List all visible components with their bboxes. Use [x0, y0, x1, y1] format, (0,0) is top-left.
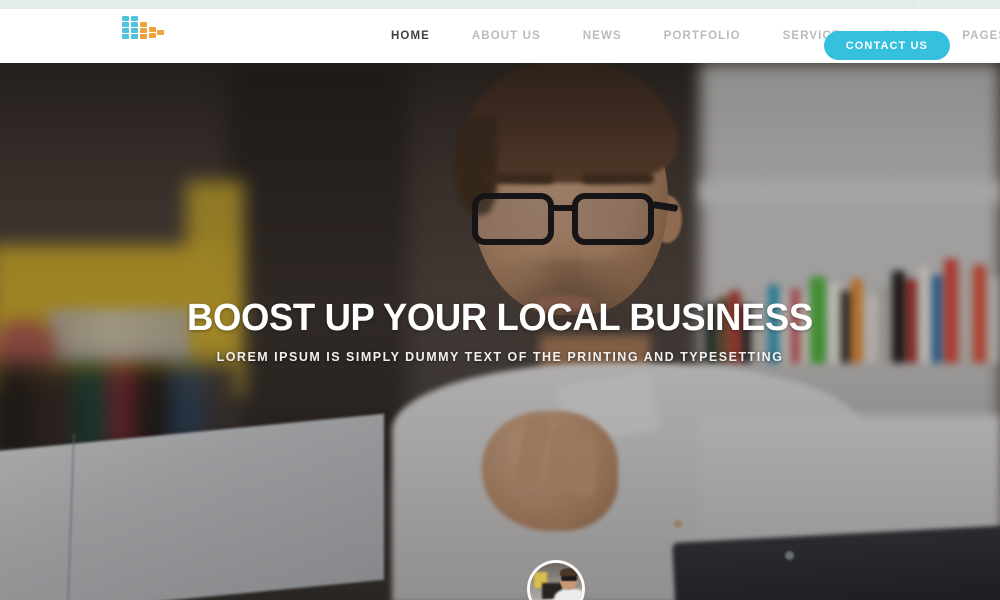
nav-label: PORTFOLIO [663, 30, 741, 42]
hero-caption: BOOST UP YOUR LOCAL BUSINESS LOREM IPSUM… [0, 63, 1000, 600]
page-root: HOME ABOUT US NEWS PORTFOLIO SERVICE BLO… [0, 0, 1000, 600]
brand-logo[interactable] [122, 16, 166, 46]
top-strip-seam [913, 0, 914, 9]
nav-label: PAGES [962, 30, 1000, 42]
hero-title: BOOST UP YOUR LOCAL BUSINESS [187, 297, 813, 339]
site-header: HOME ABOUT US NEWS PORTFOLIO SERVICE BLO… [0, 9, 1000, 63]
slide-thumbnail[interactable] [527, 560, 585, 600]
nav-item-about-us[interactable]: ABOUT US [451, 9, 562, 63]
slide-thumbnail-circle [527, 560, 585, 600]
nav-label: ABOUT US [471, 30, 541, 42]
top-accent-strip [0, 0, 1000, 9]
hero-slider: BOOST UP YOUR LOCAL BUSINESS LOREM IPSUM… [0, 63, 1000, 600]
nav-item-news[interactable]: NEWS [562, 9, 643, 63]
nav-item-pages[interactable]: PAGES [941, 9, 1000, 63]
logo-icon [122, 16, 164, 39]
hero-subtitle: LOREM IPSUM IS SIMPLY DUMMY TEXT OF THE … [216, 350, 784, 365]
nav-label: NEWS [582, 30, 622, 42]
slide-thumbnail-image [530, 563, 582, 600]
nav-item-portfolio[interactable]: PORTFOLIO [643, 9, 762, 63]
nav-label: HOME [391, 30, 430, 42]
nav-item-home[interactable]: HOME [370, 9, 451, 63]
contact-us-button[interactable]: CONTACT US [823, 31, 950, 60]
contact-us-label: CONTACT US [845, 39, 928, 52]
